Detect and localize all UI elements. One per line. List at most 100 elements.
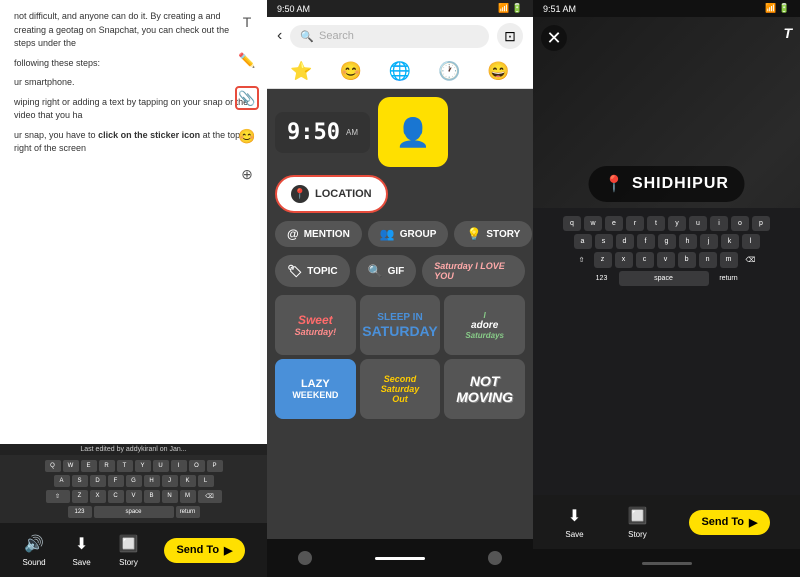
close-button[interactable]: ✕ xyxy=(541,25,567,51)
key-s[interactable]: S xyxy=(72,475,88,487)
kb-a[interactable]: a xyxy=(574,234,592,249)
key-p[interactable]: P xyxy=(207,460,223,472)
kb-space[interactable]: space xyxy=(619,271,709,286)
key-g[interactable]: G xyxy=(126,475,142,487)
sticker-adore-saturdays[interactable]: I adore Saturdays xyxy=(444,295,525,355)
send-to-button-right[interactable]: Send To ▶ xyxy=(689,510,769,535)
time-sticker[interactable]: 9:50 AM xyxy=(275,112,370,153)
kb-f[interactable]: f xyxy=(637,234,655,249)
pen-tool-icon[interactable]: ✏️ xyxy=(235,48,259,72)
search-box[interactable]: 🔍 Search xyxy=(290,25,489,48)
kb-shift[interactable]: ⇧ xyxy=(573,252,591,268)
scan-button[interactable]: ⊡ xyxy=(497,23,523,49)
kb-c[interactable]: c xyxy=(636,252,654,268)
kb-s[interactable]: s xyxy=(595,234,613,249)
key-z[interactable]: Z xyxy=(72,490,88,503)
kb-r[interactable]: r xyxy=(626,216,644,231)
category-face[interactable]: 😄 xyxy=(487,61,509,82)
sticker-lazy-weekend[interactable]: LAZY WEEKEND xyxy=(275,359,356,419)
key-space[interactable]: space xyxy=(94,506,174,518)
shidhipur-location-sticker[interactable]: 📍 SHIDHIPUR xyxy=(588,166,745,202)
kb-return[interactable]: return xyxy=(712,271,746,286)
key-n[interactable]: N xyxy=(162,490,178,503)
kb-l[interactable]: l xyxy=(742,234,760,249)
key-v[interactable]: V xyxy=(126,490,142,503)
kb-123[interactable]: 123 xyxy=(588,271,616,286)
back-button[interactable]: ‹ xyxy=(277,27,282,45)
sticker-scroll-area[interactable]: 9:50 AM 👤 📍 LOCATION @ MENTION 👥 GROUP 💡 xyxy=(267,89,533,539)
category-star[interactable]: ⭐ xyxy=(290,61,312,82)
key-x[interactable]: X xyxy=(90,490,106,503)
saturday-sticker-banner[interactable]: Saturday I LOVE YOU xyxy=(422,255,525,287)
kb-z[interactable]: z xyxy=(594,252,612,268)
key-u[interactable]: U xyxy=(153,460,169,472)
key-a[interactable]: A xyxy=(54,475,70,487)
sticker-tool-icon[interactable]: 📎 xyxy=(235,86,259,110)
key-backspace[interactable]: ⌫ xyxy=(198,490,222,503)
location-sticker-center[interactable]: 📍 LOCATION xyxy=(275,175,388,213)
kb-y[interactable]: y xyxy=(668,216,686,231)
mention-button[interactable]: @ MENTION xyxy=(275,221,362,247)
save-button-left[interactable]: ⬇ Save xyxy=(71,533,93,567)
kb-backspace[interactable]: ⌫ xyxy=(741,252,761,268)
emoji-tool-icon[interactable]: 😊 xyxy=(235,124,259,148)
key-l[interactable]: L xyxy=(198,475,214,487)
nav-home-bar[interactable] xyxy=(375,557,425,560)
sticker-sleep-saturday[interactable]: SLEEP IN SATURDAY xyxy=(360,295,441,355)
extra-tool-icon[interactable]: ⊕ xyxy=(235,162,259,186)
text-tool-right[interactable]: T xyxy=(783,25,792,41)
kb-t[interactable]: t xyxy=(647,216,665,231)
kb-w[interactable]: w xyxy=(584,216,602,231)
save-button-right[interactable]: ⬇ Save xyxy=(563,505,585,539)
kb-d[interactable]: d xyxy=(616,234,634,249)
sticker-sweet-saturday[interactable]: Sweet Saturday! xyxy=(275,295,356,355)
kb-p[interactable]: p xyxy=(752,216,770,231)
story-button-center[interactable]: 💡 STORY xyxy=(454,221,532,247)
key-t[interactable]: T xyxy=(117,460,133,472)
key-d[interactable]: D xyxy=(90,475,106,487)
group-button[interactable]: 👥 GROUP xyxy=(368,221,449,247)
kb-e[interactable]: e xyxy=(605,216,623,231)
kb-g[interactable]: g xyxy=(658,234,676,249)
key-shift[interactable]: ⇧ xyxy=(46,490,70,503)
key-c[interactable]: C xyxy=(108,490,124,503)
kb-m[interactable]: m xyxy=(720,252,738,268)
gif-button[interactable]: 🔍 GIF xyxy=(356,255,417,287)
category-clock[interactable]: 🕐 xyxy=(438,61,460,82)
story-button-left[interactable]: 🔲 Story xyxy=(118,533,140,567)
key-h[interactable]: H xyxy=(144,475,160,487)
story-button-right[interactable]: 🔲 Story xyxy=(626,505,648,539)
kb-u[interactable]: u xyxy=(689,216,707,231)
category-globe[interactable]: 🌐 xyxy=(389,61,411,82)
key-b[interactable]: B xyxy=(144,490,160,503)
key-m[interactable]: M xyxy=(180,490,196,503)
kb-q[interactable]: q xyxy=(563,216,581,231)
key-return[interactable]: return xyxy=(176,506,200,518)
avatar-sticker[interactable]: 👤 xyxy=(378,97,448,167)
key-f[interactable]: F xyxy=(108,475,124,487)
key-e[interactable]: E xyxy=(81,460,97,472)
kb-o[interactable]: o xyxy=(731,216,749,231)
kb-h[interactable]: h xyxy=(679,234,697,249)
kb-i[interactable]: i xyxy=(710,216,728,231)
key-w[interactable]: W xyxy=(63,460,79,472)
kb-b[interactable]: b xyxy=(678,252,696,268)
nav-recent-dot[interactable] xyxy=(488,551,502,565)
kb-n[interactable]: n xyxy=(699,252,717,268)
key-q[interactable]: Q xyxy=(45,460,61,472)
key-j[interactable]: J xyxy=(162,475,178,487)
send-to-button-left[interactable]: Send To ▶ xyxy=(164,538,244,563)
text-tool-icon[interactable]: T xyxy=(235,10,259,34)
kb-k[interactable]: k xyxy=(721,234,739,249)
topic-button[interactable]: 🏷 TOPIC xyxy=(275,255,350,287)
key-k[interactable]: K xyxy=(180,475,196,487)
kb-j[interactable]: j xyxy=(700,234,718,249)
nav-back-dot[interactable] xyxy=(298,551,312,565)
kb-v[interactable]: v xyxy=(657,252,675,268)
kb-x[interactable]: x xyxy=(615,252,633,268)
key-r[interactable]: R xyxy=(99,460,115,472)
key-o[interactable]: O xyxy=(189,460,205,472)
key-123[interactable]: 123 xyxy=(68,506,92,518)
sticker-second-saturday[interactable]: SecondSaturdayOut xyxy=(360,359,441,419)
key-i[interactable]: I xyxy=(171,460,187,472)
